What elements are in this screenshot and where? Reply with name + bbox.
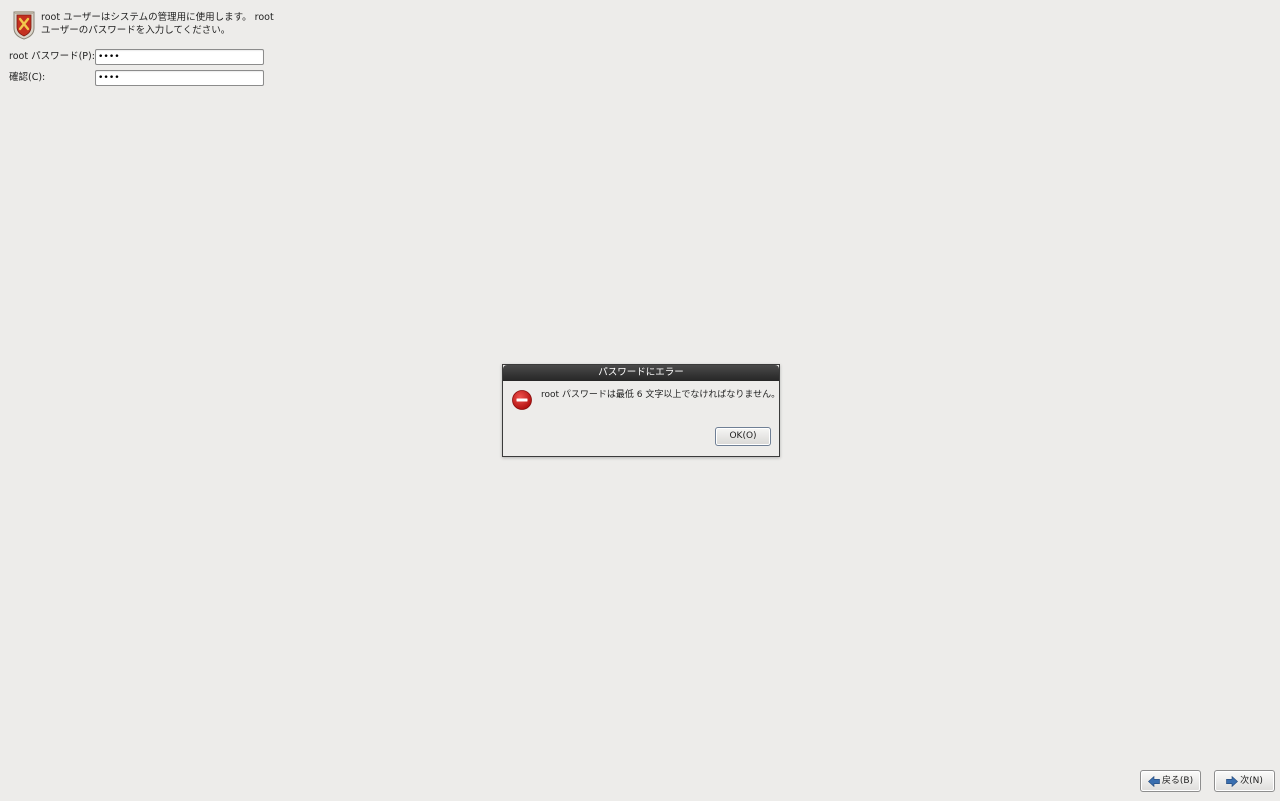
- arrow-right-icon: [1226, 775, 1239, 787]
- next-button[interactable]: 次(N): [1214, 770, 1275, 792]
- error-dialog: パスワードにエラー root パスワードは最低 6 文字以上でなければなりません…: [502, 364, 780, 457]
- arrow-left-icon: [1147, 775, 1160, 787]
- back-button[interactable]: 戻る(B): [1140, 770, 1201, 792]
- password-field[interactable]: ••••: [95, 49, 264, 65]
- confirm-label: 確認(C):: [9, 72, 46, 83]
- ok-button[interactable]: OK(O): [715, 427, 771, 446]
- header-description: root ユーザーはシステムの管理用に使用します。 root ユーザーのパスワー…: [41, 12, 274, 36]
- error-icon: [512, 390, 532, 410]
- confirm-password-field[interactable]: ••••: [95, 70, 264, 86]
- root-shield-icon: [11, 10, 37, 40]
- dialog-title[interactable]: パスワードにエラー: [503, 365, 779, 381]
- dialog-message: root パスワードは最低 6 文字以上でなければなりません。: [541, 390, 781, 400]
- back-label: 戻る(B): [1161, 776, 1194, 786]
- password-label: root パスワード(P):: [9, 51, 95, 62]
- next-label: 次(N): [1240, 776, 1263, 786]
